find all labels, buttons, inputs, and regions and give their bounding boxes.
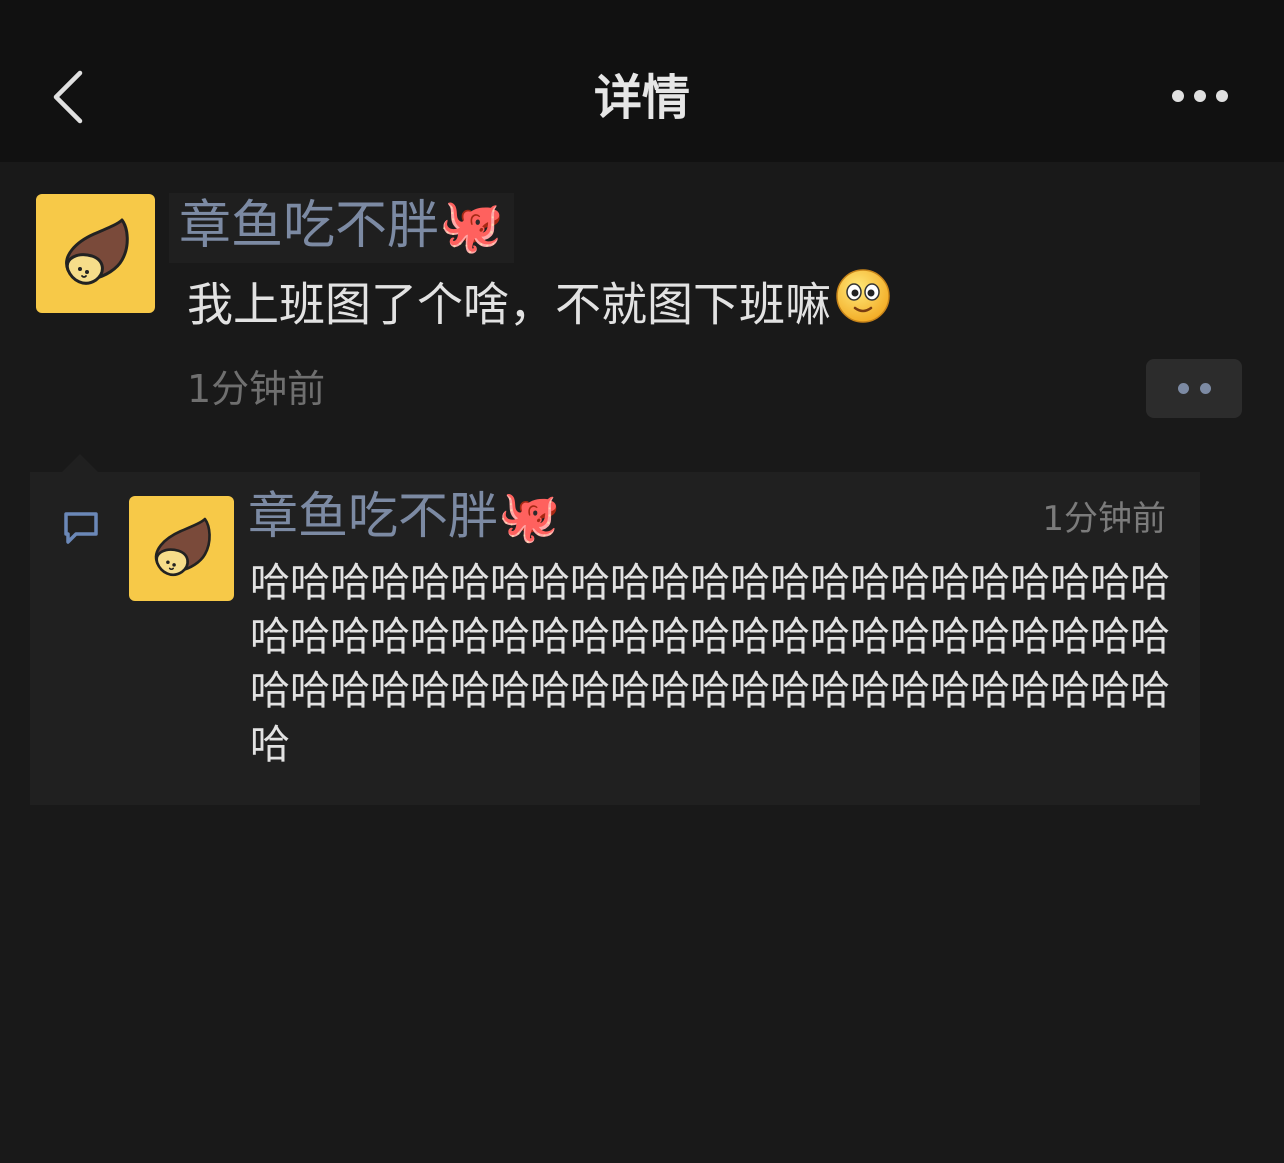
- post-author-name[interactable]: 章鱼吃不胖🐙: [169, 193, 514, 263]
- post-timestamp: 1分钟前: [187, 367, 326, 411]
- comment-icon: [62, 510, 100, 550]
- more-horizontal-icon: [1172, 90, 1228, 102]
- smiley-emoji-icon: [835, 268, 891, 340]
- commenter-avatar[interactable]: [129, 496, 234, 601]
- comment-pointer: [62, 454, 98, 472]
- more-button[interactable]: [1160, 76, 1240, 116]
- post-action-button[interactable]: [1146, 359, 1242, 418]
- avatar[interactable]: [36, 194, 155, 313]
- post-content: 我上班图了个啥，不就图下班嘛: [187, 269, 891, 344]
- sweet-potato-avatar-icon: [64, 218, 129, 285]
- comment-timestamp: 1分钟前: [1042, 499, 1166, 539]
- comment-section: 章鱼吃不胖🐙 1分钟前 哈哈哈哈哈哈哈哈哈哈哈哈哈哈哈哈哈哈哈哈哈哈哈哈哈哈哈哈…: [30, 472, 1200, 805]
- commenter-name[interactable]: 章鱼吃不胖🐙: [248, 484, 560, 548]
- post-text: 我上班图了个啥，不就图下班嘛: [187, 277, 831, 332]
- page-title: 详情: [593, 70, 690, 126]
- dot-icon: [1199, 383, 1211, 394]
- dot-icon: [1177, 383, 1189, 394]
- sweet-potato-avatar-icon: [154, 517, 211, 576]
- comment-text[interactable]: 哈哈哈哈哈哈哈哈哈哈哈哈哈哈哈哈哈哈哈哈哈哈哈哈哈哈哈哈哈哈哈哈哈哈哈哈哈哈哈哈…: [250, 556, 1170, 772]
- top-bar: 详情: [0, 0, 1284, 162]
